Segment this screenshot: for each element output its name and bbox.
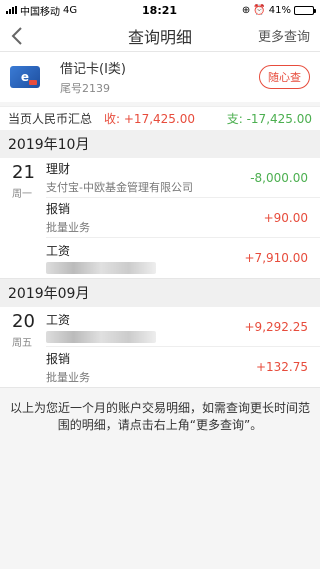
masked-counterparty (46, 330, 156, 343)
transaction-info: 报销 批量业务 (46, 200, 90, 235)
status-left: 中国移动 4G (6, 3, 77, 18)
transaction-name: 理财 (46, 162, 71, 176)
debit-card-icon: e (10, 66, 40, 88)
transaction-amount: +132.75 (255, 360, 308, 374)
status-time: 18:21 (142, 3, 178, 17)
transaction-amount: +9,292.25 (244, 319, 309, 334)
transaction-row[interactable]: 理财支付宝-中欧基金管理有限公司 -8,000.00 (46, 158, 320, 198)
battery-icon (294, 5, 316, 15)
transaction-row[interactable]: 报销批量业务 +90.00 (46, 198, 320, 238)
transaction-amount: -8,000.00 (250, 170, 308, 185)
date-column: 21 周一 (0, 158, 46, 278)
nav-bar: 查询明细 更多查询 (0, 20, 320, 52)
day-number: 20 (12, 311, 35, 332)
day-transactions: 理财支付宝-中欧基金管理有限公司 -8,000.00 报销批量业务 +90.00 工资 +… (46, 158, 320, 278)
transaction-amount: +7,910.00 (244, 251, 309, 265)
transaction-subtitle: 支付宝-中欧基金管理有限公司 (46, 181, 193, 194)
date-column: 20 周五 (0, 307, 46, 387)
summary-label: 当页人民币汇总 (8, 112, 93, 126)
transaction-info: 工资 (46, 311, 156, 343)
summary-income: 收: +17,425.00 (104, 112, 196, 126)
status-right: ⊕ ⏰ 41% (241, 4, 316, 16)
footnote: 以上为您近一个月的账户交易明细，如需查询更长时间范围的明细，请点击右上角“更多查… (10, 401, 311, 432)
chevron-left-icon (11, 26, 22, 45)
card-tail-number: 尾号2139 (60, 82, 110, 95)
transaction-amount: +90.00 (263, 210, 308, 225)
transaction-row[interactable]: 报销批量业务 +132.75 (46, 347, 320, 387)
network-label: 4G (63, 4, 78, 16)
carrier-label: 中国移动 (20, 6, 60, 18)
transaction-info: 工资 (46, 242, 156, 274)
weekday: 周五 (12, 338, 32, 349)
card-name: 借记卡(Ⅰ类) (60, 62, 126, 77)
back-button[interactable] (10, 21, 40, 51)
transaction-row[interactable]: 工资 +7,910.00 (46, 238, 320, 278)
weekday: 周一 (12, 189, 32, 200)
day-group: 21 周一 理财支付宝-中欧基金管理有限公司 -8,000.00 报销批量业务 +90.0… (0, 158, 320, 279)
transaction-name: 报销 (46, 202, 71, 216)
more-query-button[interactable]: 更多查询 (258, 26, 310, 45)
alarm-icon: ⏰ (253, 4, 266, 16)
month-header: 2019年10月 (0, 130, 320, 158)
page-title: 查询明细 (127, 27, 193, 47)
card-icon-letter: e (20, 70, 30, 84)
account-card: e 借记卡(Ⅰ类) 尾号2139 随心查 (0, 52, 320, 102)
day-group: 20 周五 工资 +9,292.25 报销批量业务 +132.75 (0, 307, 320, 388)
day-number: 21 (12, 162, 35, 183)
battery-percent: 41% (268, 4, 291, 16)
rotation-lock-icon: ⊕ (241, 4, 251, 16)
status-bar: 中国移动 4G 18:21 ⊕ ⏰ 41% (0, 0, 320, 20)
day-transactions: 工资 +9,292.25 报销批量业务 +132.75 (46, 307, 320, 387)
masked-counterparty (46, 261, 156, 274)
month-header: 2019年09月 (0, 279, 320, 307)
card-info: 借记卡(Ⅰ类) 尾号2139 (60, 58, 259, 96)
rmb-summary: 当页人民币汇总 收: +17,425.00 支: -17,425.00 (0, 106, 320, 130)
signal-icon (6, 6, 17, 14)
flexible-query-button[interactable]: 随心查 (259, 65, 310, 89)
transaction-name: 工资 (46, 244, 71, 258)
transaction-name: 报销 (46, 351, 71, 366)
transaction-list: 2019年10月 21 周一 理财 支付宝-中欧基金管理有限公司 -8,000.00 报销批… (0, 130, 320, 388)
summary-expense: 支: -17,425.00 (226, 112, 312, 126)
transaction-info: 理财支付宝-中欧基金管理有限公司 (46, 160, 193, 195)
transaction-row[interactable]: 工资 +9,292.25 (46, 307, 320, 347)
transaction-subtitle: 批量业务 (46, 370, 90, 384)
transaction-name: 工资 (46, 312, 71, 327)
transaction-info: 报销 批量业务 (46, 350, 90, 385)
transaction-subtitle: 批量业务 (46, 221, 90, 234)
